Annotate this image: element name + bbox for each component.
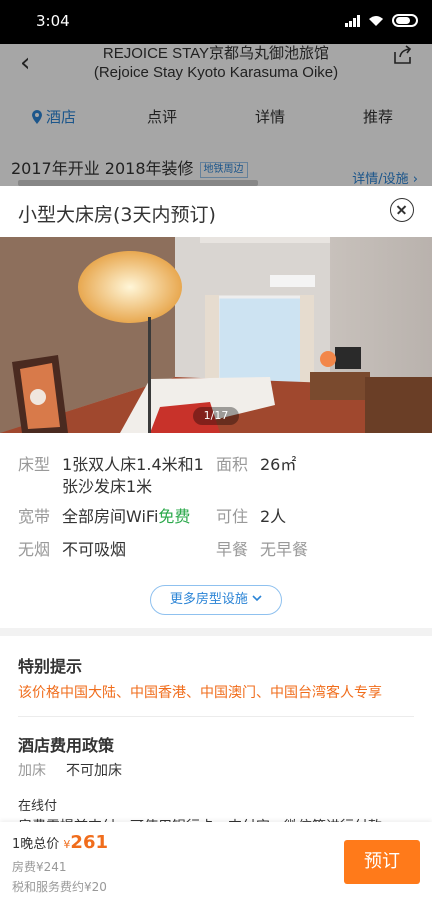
close-button[interactable] — [390, 198, 414, 222]
special-notice-text: 该价格中国大陆、中国香港、中国澳门、中国台湾客人专享 — [18, 685, 382, 701]
status-time: 3:04 — [36, 12, 70, 30]
total-label: 1晚总价 — [12, 837, 60, 852]
area-label: 面积 — [216, 455, 249, 474]
wifi-icon — [369, 15, 383, 26]
special-notice-title: 特别提示 — [18, 657, 83, 676]
breakfast-value: 无早餐 — [260, 540, 309, 559]
total-price-line: 1晚总价 ¥261 — [12, 832, 108, 853]
modal-overlay[interactable] — [0, 44, 432, 186]
battery-icon — [392, 14, 418, 27]
book-button[interactable]: 预订 — [344, 840, 420, 884]
bed-type-label: 床型 — [18, 455, 51, 474]
payment-title: 在线付 — [18, 799, 58, 814]
room-title: 小型大床房(3天内预订) — [18, 204, 216, 226]
bed-type-value-line1: 1张双人床1.4米和1 — [62, 455, 204, 474]
area-value: 26㎡ — [260, 455, 297, 474]
occupancy-label: 可住 — [216, 507, 249, 526]
smoking-label: 无烟 — [18, 540, 51, 559]
divider-line — [18, 716, 414, 717]
smoking-value: 不可吸烟 — [62, 540, 127, 559]
room-photo[interactable]: 1/17 — [0, 237, 432, 433]
more-room-facilities-button[interactable]: 更多房型设施 — [150, 585, 282, 615]
room-photo-image — [0, 237, 432, 433]
section-divider — [0, 628, 432, 636]
extra-bed-value: 不可加床 — [66, 763, 122, 779]
fee-policy-title: 酒店费用政策 — [18, 736, 115, 755]
broadband-label: 宽带 — [18, 507, 51, 526]
room-fee: 房费¥241 — [12, 860, 67, 874]
chevron-down-icon — [252, 595, 262, 602]
tax-service-fee: 税和服务费约¥20 — [12, 880, 107, 894]
status-icons — [345, 14, 418, 27]
status-bar: 3:04 — [0, 0, 432, 44]
extra-bed-label: 加床 — [18, 763, 46, 779]
photo-counter: 1/17 — [193, 407, 239, 425]
broadband-value: 全部房间WiFi免费 — [62, 506, 190, 528]
bed-type-value: 1张双人床1.4米和1 张沙发床1米 — [62, 454, 204, 498]
occupancy-value: 2人 — [260, 507, 287, 526]
bottom-booking-bar: 1晚总价 ¥261 房费¥241 税和服务费约¥20 预订 — [0, 822, 432, 900]
signal-icon — [345, 14, 360, 27]
bed-type-value-line2: 张沙发床1米 — [62, 477, 153, 496]
broadband-text: 全部房间WiFi — [62, 507, 159, 526]
broadband-free-tag: 免费 — [158, 507, 191, 526]
total-price: 261 — [70, 832, 108, 853]
breakfast-label: 早餐 — [216, 540, 249, 559]
more-facilities-label: 更多房型设施 — [169, 592, 248, 607]
room-detail-sheet: 小型大床房(3天内预订) 1/17 床型 1张双人床1.4米和1 张沙发床1米 … — [0, 186, 432, 900]
